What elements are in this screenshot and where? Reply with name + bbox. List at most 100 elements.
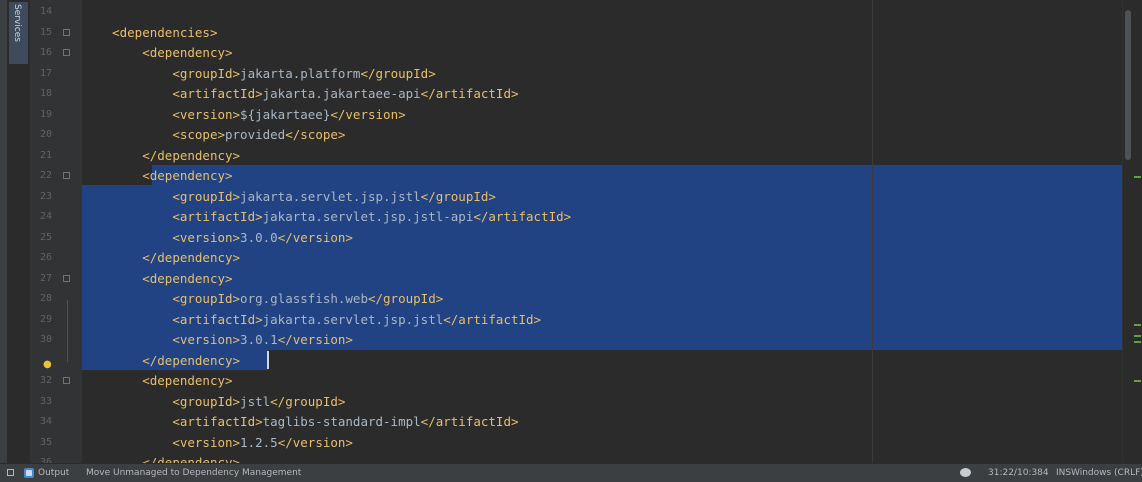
lightbulb-icon[interactable]: ●: [43, 359, 52, 371]
fold-marker-icon[interactable]: [63, 172, 70, 179]
fold-marker-icon[interactable]: [63, 274, 70, 282]
frame-toggle-icon[interactable]: [7, 469, 14, 476]
line-number: 28: [39, 293, 52, 304]
line-number: 21: [39, 149, 52, 161]
code-editor[interactable]: <dependencies> <dependency> <groupId>jak…: [82, 0, 1122, 463]
xml-close-tag: </version>: [277, 229, 353, 245]
xml-tag: <dependency>: [142, 373, 233, 388]
fold-guide-line: [67, 300, 68, 362]
code-line[interactable]: <artifactId>jakarta.servlet.jsp.jstl-api…: [82, 207, 571, 227]
line-number: 26: [39, 252, 52, 263]
xml-open-tag: <version>: [172, 434, 241, 450]
fold-marker-icon[interactable]: [63, 377, 70, 384]
code-line[interactable]: <version>${jakartaee}</version>: [82, 105, 406, 125]
code-line[interactable]: <groupId>jakarta.platform</groupId>: [82, 64, 436, 84]
output-window-icon[interactable]: [24, 468, 34, 478]
editor-scrollbar[interactable]: [1122, 0, 1142, 463]
xml-close-tag: </groupId>: [420, 188, 496, 204]
line-number: 29: [39, 313, 52, 325]
xml-value: jakarta.jakartaee-api: [262, 86, 421, 101]
xml-open-tag: <scope>: [172, 127, 225, 142]
xml-close-tag: </artifactId>: [473, 209, 572, 224]
xml-open-tag: <artifactId>: [172, 311, 263, 327]
scrollbar-thumb[interactable]: [1125, 10, 1131, 160]
code-line[interactable]: <scope>provided</scope>: [82, 125, 345, 145]
change-marker[interactable]: [1134, 341, 1141, 343]
line-endings[interactable]: Windows (CRLF): [1071, 464, 1142, 482]
code-line[interactable]: <version>1.2.5</version>: [82, 433, 353, 453]
code-line[interactable]: <dependencies>: [82, 23, 217, 43]
xml-open-tag: <artifactId>: [172, 414, 263, 429]
xml-value: 3.0.1: [240, 332, 278, 347]
caret-position[interactable]: 31:22/10:384: [988, 464, 1049, 482]
line-number: 35: [39, 436, 52, 448]
xml-value: jakarta.platform: [240, 65, 361, 81]
code-line[interactable]: <artifactId>jakarta.jakartaee-api</artif…: [82, 84, 518, 104]
xml-close-tag: </version>: [330, 106, 406, 122]
code-line[interactable]: <dependency>: [82, 166, 232, 186]
code-line[interactable]: <dependency>: [82, 269, 232, 289]
code-line[interactable]: <dependency>: [82, 43, 233, 63]
code-line[interactable]: <version>3.0.0</version>: [82, 228, 353, 248]
xml-open-tag: <artifactId>: [172, 209, 263, 224]
left-tool-strip: [0, 0, 7, 463]
notifications-icon[interactable]: [960, 468, 971, 477]
line-number: 20: [39, 129, 52, 140]
line-number: 19: [39, 108, 52, 120]
xml-tag: </dependency>: [142, 147, 241, 163]
xml-tag: <dependency>: [142, 45, 233, 60]
xml-value: jakarta.servlet.jsp.jstl-api: [262, 209, 474, 224]
xml-close-tag: </groupId>: [360, 65, 436, 81]
xml-value: jstl: [240, 393, 271, 409]
line-number: 30: [39, 334, 52, 345]
fold-marker-icon[interactable]: [63, 28, 70, 36]
code-line[interactable]: </dependency>: [82, 248, 240, 268]
xml-open-tag: <groupId>: [172, 291, 241, 306]
right-margin-guide: [872, 0, 873, 463]
code-line[interactable]: <groupId>jstl</groupId>: [82, 392, 345, 412]
code-line[interactable]: <artifactId>taglibs-standard-impl</artif…: [82, 412, 519, 432]
output-tab-label[interactable]: Output: [38, 464, 69, 482]
line-number: 25: [39, 231, 52, 243]
editor-gutter[interactable]: 14 15 16 17 18 19 20 21 22 23 24 25 26 27 28 29 30 32 33 34…: [30, 0, 82, 468]
code-line[interactable]: <groupId>jakarta.servlet.jsp.jstl</group…: [82, 187, 496, 207]
xml-value: jakarta.servlet.jsp.jstl: [240, 188, 421, 204]
code-line[interactable]: </dependency>: [82, 146, 240, 166]
xml-value: 3.0.0: [240, 229, 278, 245]
ide-window: Services 14 15 16 17 18 19 20 21 22 23 24 25 26 27 28 2…: [0, 0, 1142, 482]
xml-close-tag: </artifactId>: [420, 414, 519, 429]
change-marker[interactable]: [1134, 335, 1141, 337]
line-number: 17: [39, 67, 52, 79]
fold-marker-icon[interactable]: [63, 49, 70, 56]
xml-tag: </dependency>: [142, 455, 241, 463]
code-line[interactable]: <version>3.0.1</version>: [82, 330, 353, 350]
line-number: 33: [39, 395, 52, 407]
insert-mode[interactable]: INS: [1056, 464, 1071, 482]
code-line[interactable]: </dependency>: [82, 351, 240, 371]
change-marker[interactable]: [1134, 324, 1141, 326]
xml-value: 1.2.5: [240, 434, 278, 450]
code-line[interactable]: </dependency>: [82, 453, 240, 463]
line-number: 16: [39, 47, 52, 58]
code-line[interactable]: <groupId>org.glassfish.web</groupId>: [82, 289, 443, 309]
services-tool-tab[interactable]: Services: [7, 0, 31, 463]
xml-close-tag: </scope>: [285, 127, 346, 142]
xml-open-tag: <groupId>: [172, 65, 241, 81]
line-number: 34: [39, 416, 52, 427]
line-number: 15: [39, 26, 52, 38]
code-line[interactable]: <artifactId>jakarta.servlet.jsp.jstl</ar…: [82, 310, 541, 330]
change-marker[interactable]: [1134, 380, 1141, 382]
code-line[interactable]: <dependency>: [82, 371, 233, 391]
change-marker[interactable]: [1134, 176, 1141, 178]
